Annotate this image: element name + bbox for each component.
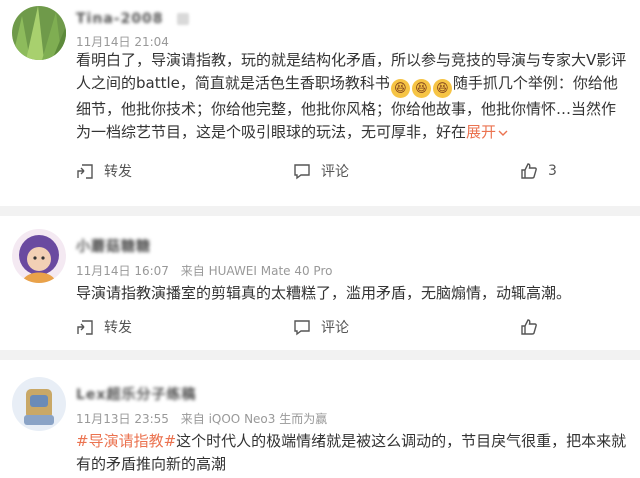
laughing-emoji-icon: 😆 xyxy=(390,79,410,98)
comment-label: 评论 xyxy=(321,164,349,180)
comment-label: 评论 xyxy=(321,320,349,336)
comment-header: Tina-2008 11月14日 21:04 xyxy=(76,8,189,50)
like-button[interactable] xyxy=(520,316,548,338)
member-badge-icon xyxy=(176,12,189,25)
expand-link[interactable]: 展开 xyxy=(466,123,508,141)
avatar[interactable] xyxy=(12,6,66,60)
avatar[interactable] xyxy=(12,377,66,431)
timestamp: 11月14日 21:04 xyxy=(76,35,169,49)
comment-button[interactable]: 评论 xyxy=(293,160,349,182)
repost-label: 转发 xyxy=(104,320,132,336)
comment-icon xyxy=(294,164,310,180)
device-source: 来自 iQOO Neo3 生而为赢 xyxy=(180,412,328,426)
username[interactable]: 小蘑菇糖糖 xyxy=(76,236,151,256)
comment-card: Tina-2008 11月14日 21:04 看明白了，导演请指教，玩的就是结构… xyxy=(0,0,640,206)
hashtag-link[interactable]: #导演请指教# xyxy=(76,432,176,450)
laughing-emoji-icon: 😆 xyxy=(432,79,452,98)
comment-card: Lex超乐分子练稿 11月13日 23:55 来自 iQOO Neo3 生而为赢… xyxy=(0,360,640,478)
repost-button[interactable]: 转发 xyxy=(76,160,132,182)
like-count: 3 xyxy=(548,163,557,179)
comment-text: 看明白了，导演请指教，玩的就是结构化矛盾，所以参与竞技的导演与专家大V影评人之间… xyxy=(76,49,628,144)
avatar[interactable] xyxy=(12,229,66,283)
action-bar: 转发 评论 xyxy=(0,316,640,356)
repost-icon xyxy=(77,164,93,179)
action-bar: 转发 评论 3 xyxy=(0,160,640,200)
comment-text: 导演请指教演播室的剪辑真的太糟糕了，滥用矛盾，无脑煽情，动辄高潮。 xyxy=(76,284,572,302)
laughing-emoji-icon: 😆 xyxy=(411,79,431,98)
comment-meta: 11月13日 23:55 来自 iQOO Neo3 生而为赢 xyxy=(76,410,335,427)
thumbs-up-icon xyxy=(521,163,537,179)
comment-header: Lex超乐分子练稿 11月13日 23:55 来自 iQOO Neo3 生而为赢 xyxy=(76,384,335,427)
comment-header: 小蘑菇糖糖 11月14日 16:07 来自 HUAWEI Mate 40 Pro xyxy=(76,236,340,279)
like-button[interactable]: 3 xyxy=(520,160,557,182)
device-source: 来自 HUAWEI Mate 40 Pro xyxy=(180,264,333,278)
repost-button[interactable]: 转发 xyxy=(76,316,132,338)
repost-icon xyxy=(77,320,93,335)
timestamp: 11月14日 16:07 xyxy=(76,264,169,278)
comment-meta: 11月14日 21:04 xyxy=(76,33,189,50)
comment-text: #导演请指教#这个时代人的极端情绪就是被这么调动的，节目戾气很重，把本来就有的矛… xyxy=(76,430,628,476)
username[interactable]: Tina-2008 xyxy=(76,11,164,27)
thumbs-up-icon xyxy=(521,319,537,335)
chevron-down-icon xyxy=(498,130,508,136)
comment-feed: Tina-2008 11月14日 21:04 看明白了，导演请指教，玩的就是结构… xyxy=(0,0,640,478)
repost-label: 转发 xyxy=(104,164,132,180)
timestamp: 11月13日 23:55 xyxy=(76,412,169,426)
comment-meta: 11月14日 16:07 来自 HUAWEI Mate 40 Pro xyxy=(76,262,340,279)
comment-button[interactable]: 评论 xyxy=(293,316,349,338)
comment-card: 小蘑菇糖糖 11月14日 16:07 来自 HUAWEI Mate 40 Pro… xyxy=(0,216,640,350)
username[interactable]: Lex超乐分子练稿 xyxy=(76,384,196,404)
comment-icon xyxy=(294,320,310,336)
